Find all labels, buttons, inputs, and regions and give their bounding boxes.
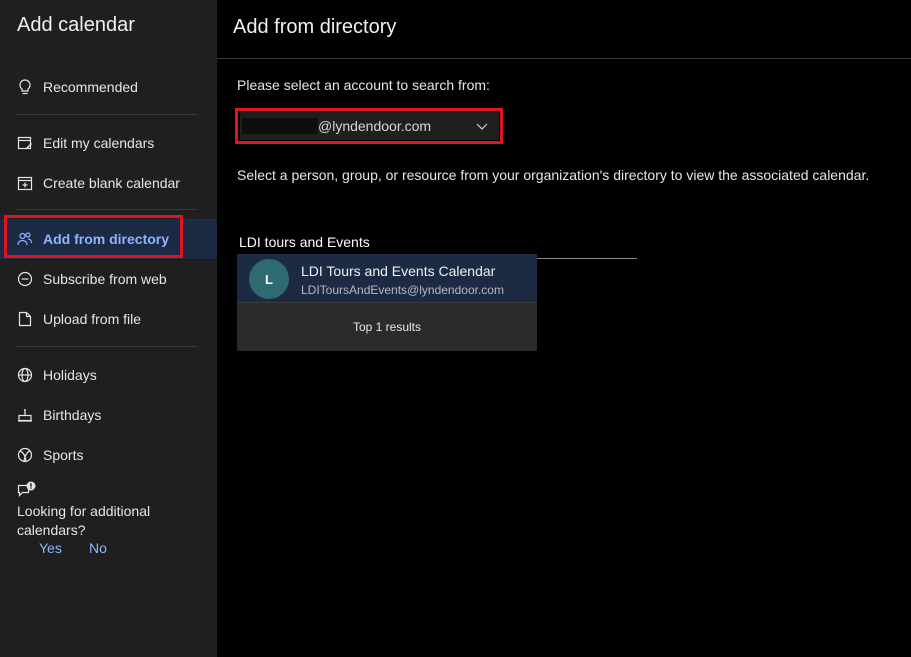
sidebar-item-subscribe-from-web[interactable]: Subscribe from web <box>0 259 217 299</box>
lightbulb-icon <box>16 78 34 96</box>
sidebar-item-label: Add from directory <box>43 231 170 247</box>
feedback-no-link[interactable]: No <box>89 540 107 556</box>
sidebar-item-label: Upload from file <box>43 311 142 327</box>
ball-icon <box>16 446 34 464</box>
feedback-yes-link[interactable]: Yes <box>39 540 62 556</box>
sidebar-item-create-blank-calendar[interactable]: Create blank calendar <box>0 163 217 203</box>
chat-alert-icon <box>17 481 37 499</box>
cake-icon <box>16 406 34 424</box>
result-email: LDIToursAndEvents@lyndendoor.com <box>301 283 504 297</box>
sidebar-item-upload-from-file[interactable]: Upload from file <box>0 299 217 339</box>
sidebar-item-edit-my-calendars[interactable]: Edit my calendars <box>0 123 217 163</box>
sidebar-item-birthdays[interactable]: Birthdays <box>0 395 217 435</box>
sidebar-item-label: Recommended <box>43 79 138 95</box>
redacted-account-name <box>242 118 318 134</box>
account-domain: @lyndendoor.com <box>318 118 432 134</box>
sidebar-item-recommended[interactable]: Recommended <box>0 67 217 107</box>
sidebar-item-label: Birthdays <box>43 407 102 423</box>
header-divider <box>217 58 911 59</box>
avatar: L <box>249 259 289 299</box>
feedback-question: Looking for additional calendars? <box>17 503 151 538</box>
result-name: LDI Tours and Events Calendar <box>301 263 496 279</box>
sidebar-item-add-from-directory[interactable]: Add from directory <box>0 219 217 259</box>
account-dropdown[interactable]: @lyndendoor.com <box>240 112 499 140</box>
account-prompt: Please select an account to search from: <box>237 77 490 93</box>
sidebar-item-sports[interactable]: Sports <box>0 435 217 475</box>
directory-description: Select a person, group, or resource from… <box>237 167 870 183</box>
link-icon <box>16 270 34 288</box>
chevron-down-icon <box>475 119 489 133</box>
divider <box>16 114 197 115</box>
sidebar-item-label: Subscribe from web <box>43 271 167 287</box>
sidebar-item-holidays[interactable]: Holidays <box>0 355 217 395</box>
edit-calendar-icon <box>16 134 34 152</box>
divider <box>16 209 197 210</box>
sidebar-item-label: Sports <box>43 447 84 463</box>
add-calendar-icon <box>16 174 34 192</box>
sidebar-item-label: Edit my calendars <box>43 135 155 151</box>
sidebar-item-label: Holidays <box>43 367 97 383</box>
sidebar-title: Add calendar <box>17 14 135 36</box>
divider <box>16 346 197 347</box>
file-upload-icon <box>16 310 34 328</box>
sidebar-item-label: Create blank calendar <box>43 175 180 191</box>
search-results-dropdown: L LDI Tours and Events Calendar LDITours… <box>237 254 537 351</box>
people-icon <box>16 230 34 248</box>
globe-icon <box>16 366 34 384</box>
search-result-item[interactable]: L LDI Tours and Events Calendar LDITours… <box>237 254 537 302</box>
page-title: Add from directory <box>233 16 397 38</box>
results-count: Top 1 results <box>237 302 537 351</box>
sidebar: Add calendar Recommended Edit my calenda… <box>0 0 217 657</box>
